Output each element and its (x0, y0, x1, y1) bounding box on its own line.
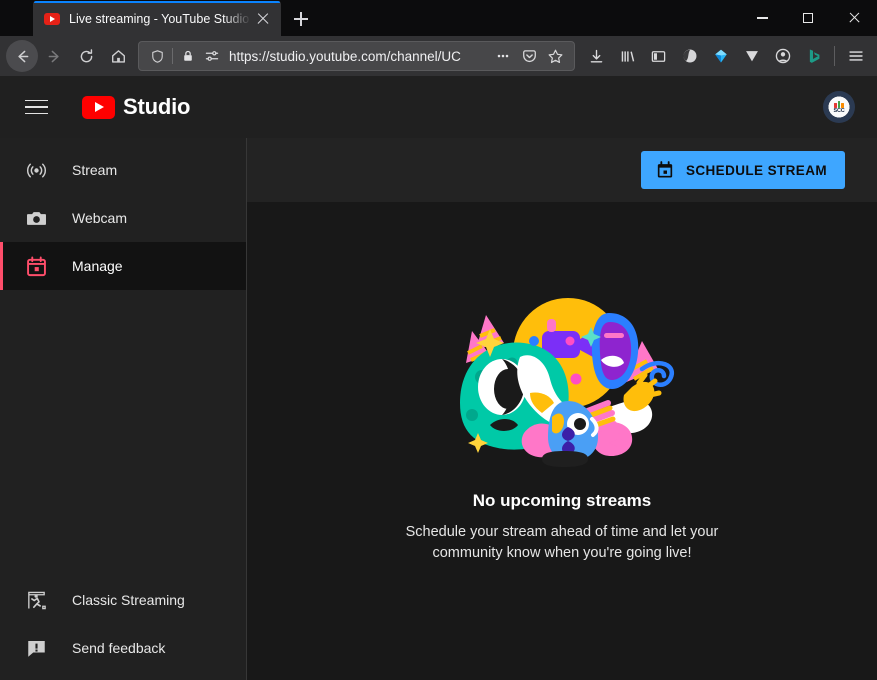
avatar-initials: SCC (833, 107, 845, 114)
url-text[interactable]: https://studio.youtube.com/channel/UC (229, 49, 490, 64)
downloads-icon[interactable] (581, 40, 612, 72)
studio-header: Studio SCC (0, 76, 877, 138)
sidebar-icon[interactable] (643, 40, 674, 72)
sidebar-item-stream[interactable]: Stream (0, 146, 246, 194)
toolbar-divider (834, 46, 835, 66)
browser-window: Live streaming - YouTube Studio https://… (0, 0, 877, 680)
main-content: SCHEDULE STREAM No upcoming streams Sche… (247, 138, 877, 680)
schedule-stream-button[interactable]: SCHEDULE STREAM (640, 151, 845, 189)
reload-icon (80, 48, 92, 62)
avatar-logo-mark (834, 100, 844, 108)
tab-close-icon[interactable] (253, 9, 273, 29)
extension-circle-icon[interactable] (674, 40, 705, 72)
broadcast-icon (24, 158, 48, 182)
minimize-button[interactable] (739, 0, 785, 36)
bing-icon[interactable] (798, 40, 829, 72)
sidebar-item-label: Send feedback (72, 640, 166, 656)
reload-button[interactable] (70, 40, 102, 72)
calendar-icon (655, 160, 675, 180)
maximize-icon (803, 13, 813, 23)
minimize-icon (756, 17, 768, 19)
tab-active-accent (34, 1, 280, 3)
content-toolbar: SCHEDULE STREAM (247, 138, 877, 202)
avatar-inner: SCC (829, 97, 849, 117)
diamond-icon[interactable] (705, 40, 736, 72)
vee-icon[interactable] (736, 40, 767, 72)
sidebar-item-label: Webcam (72, 210, 127, 226)
close-icon (848, 12, 860, 24)
pocket-icon[interactable] (516, 43, 542, 69)
sidebar-item-send-feedback[interactable]: Send feedback (0, 624, 246, 672)
app-menu-icon[interactable] (840, 40, 871, 72)
shield-icon[interactable] (145, 44, 169, 68)
account-icon[interactable] (767, 40, 798, 72)
avatar[interactable]: SCC (823, 91, 855, 123)
sidebar-item-label: Manage (72, 258, 123, 274)
maximize-button[interactable] (785, 0, 831, 36)
empty-state-title: No upcoming streams (472, 490, 652, 510)
sidebar: Stream Webcam Manage Classic Streaming S… (0, 138, 247, 680)
home-button[interactable] (102, 40, 134, 72)
permissions-icon[interactable] (200, 44, 224, 68)
youtube-studio-logo[interactable]: Studio (82, 94, 190, 120)
back-button[interactable] (6, 40, 38, 72)
party-monsters-illustration (460, 297, 674, 467)
feedback-icon (24, 636, 48, 660)
empty-state: No upcoming streams Schedule your stream… (247, 202, 877, 680)
navigation-toolbar: https://studio.youtube.com/channel/UC (0, 36, 877, 76)
new-tab-button[interactable] (287, 5, 315, 33)
sidebar-item-label: Classic Streaming (72, 592, 185, 608)
studio-body: Stream Webcam Manage Classic Streaming S… (0, 138, 877, 680)
studio-logo-text: Studio (123, 94, 191, 119)
tab-bar: Live streaming - YouTube Studio (0, 0, 877, 36)
browser-tab[interactable]: Live streaming - YouTube Studio (33, 1, 281, 36)
lock-icon[interactable] (176, 44, 200, 68)
camera-icon (24, 206, 48, 230)
youtube-favicon-icon (44, 12, 60, 25)
empty-state-description: Schedule your stream ahead of time and l… (405, 523, 719, 561)
page-content: Studio SCC Stream Webcam Manage Classic … (0, 76, 877, 680)
sidebar-item-manage[interactable]: Manage (0, 242, 246, 290)
url-divider (172, 48, 173, 64)
sidebar-item-webcam[interactable]: Webcam (0, 194, 246, 242)
forward-button[interactable] (38, 40, 70, 72)
window-controls (739, 0, 877, 36)
exit-running-icon (24, 588, 48, 612)
sidebar-item-classic-streaming[interactable]: Classic Streaming (0, 576, 246, 624)
back-arrow-icon (17, 50, 28, 62)
address-bar[interactable]: https://studio.youtube.com/channel/UC (138, 41, 575, 71)
forward-arrow-icon (48, 50, 59, 62)
tab-title: Live streaming - YouTube Studio (69, 11, 250, 26)
calendar-icon (24, 254, 48, 278)
sidebar-top-group: Stream Webcam Manage (0, 138, 246, 290)
close-window-button[interactable] (831, 0, 877, 36)
page-actions-ellipsis-icon[interactable] (490, 43, 516, 69)
home-icon (111, 49, 125, 63)
sidebar-item-label: Stream (72, 162, 118, 178)
youtube-play-icon (82, 95, 115, 119)
schedule-stream-label: SCHEDULE STREAM (685, 162, 827, 178)
library-icon[interactable] (612, 40, 643, 72)
bookmark-star-icon[interactable] (542, 43, 568, 69)
sidebar-bottom-group: Classic Streaming Send feedback (0, 576, 246, 680)
hamburger-icon[interactable] (25, 95, 49, 119)
